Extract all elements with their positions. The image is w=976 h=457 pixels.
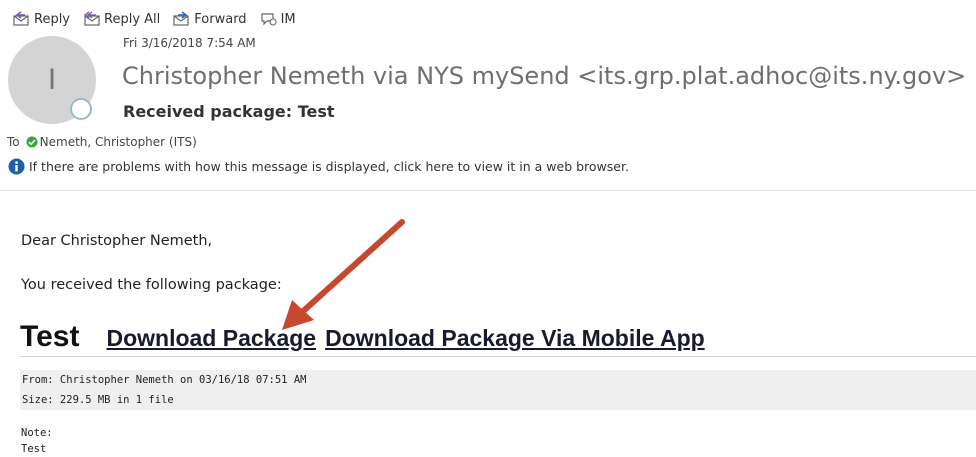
reply-all-label: Reply All bbox=[104, 11, 161, 27]
message-toolbar: Reply Reply All Forward IM bbox=[12, 8, 296, 30]
reply-label: Reply bbox=[34, 11, 71, 27]
presence-status-icon bbox=[70, 98, 92, 120]
sender-name[interactable]: Christopher Nemeth via NYS mySend <its.g… bbox=[122, 62, 966, 90]
reply-icon bbox=[13, 11, 29, 26]
info-icon bbox=[8, 158, 25, 175]
package-row: Test Download Package Download Package V… bbox=[20, 320, 714, 354]
from-line: From: Christopher Nemeth on 03/16/18 07:… bbox=[22, 374, 307, 386]
to-label: To bbox=[7, 135, 20, 149]
im-label: IM bbox=[280, 11, 296, 27]
download-mobile-app-link[interactable]: Download Package Via Mobile App bbox=[325, 325, 705, 352]
package-meta-box: From: Christopher Nemeth on 03/16/18 07:… bbox=[20, 370, 976, 410]
recipient-name: Nemeth, Christopher (ITS) bbox=[39, 135, 197, 149]
im-button[interactable]: IM bbox=[259, 11, 296, 27]
note-text: Test bbox=[21, 443, 47, 455]
green-check-icon bbox=[26, 136, 38, 148]
to-row: To Nemeth, Christopher (ITS) bbox=[7, 135, 197, 149]
forward-icon bbox=[173, 11, 189, 26]
reply-all-icon bbox=[83, 11, 100, 26]
reply-button[interactable]: Reply bbox=[12, 11, 70, 27]
view-in-browser-notice[interactable]: If there are problems with how this mess… bbox=[8, 158, 629, 175]
recipient[interactable]: Nemeth, Christopher (ITS) bbox=[26, 135, 197, 149]
header-divider bbox=[0, 190, 976, 191]
greeting-text: Dear Christopher Nemeth, bbox=[21, 233, 213, 249]
download-package-link[interactable]: Download Package bbox=[106, 325, 316, 352]
forward-label: Forward bbox=[194, 11, 247, 27]
im-icon bbox=[260, 13, 277, 26]
note-label: Note: bbox=[21, 427, 53, 439]
message-date: Fri 3/16/2018 7:54 AM bbox=[123, 36, 256, 50]
intro-text: You received the following package: bbox=[21, 277, 282, 293]
package-name: Test bbox=[20, 320, 80, 353]
forward-button[interactable]: Forward bbox=[172, 11, 247, 27]
package-rule bbox=[20, 356, 976, 357]
reply-all-button[interactable]: Reply All bbox=[82, 11, 160, 27]
info-text: If there are problems with how this mess… bbox=[29, 159, 629, 174]
size-line: Size: 229.5 MB in 1 file bbox=[22, 394, 174, 406]
message-subject: Received package: Test bbox=[123, 102, 335, 121]
